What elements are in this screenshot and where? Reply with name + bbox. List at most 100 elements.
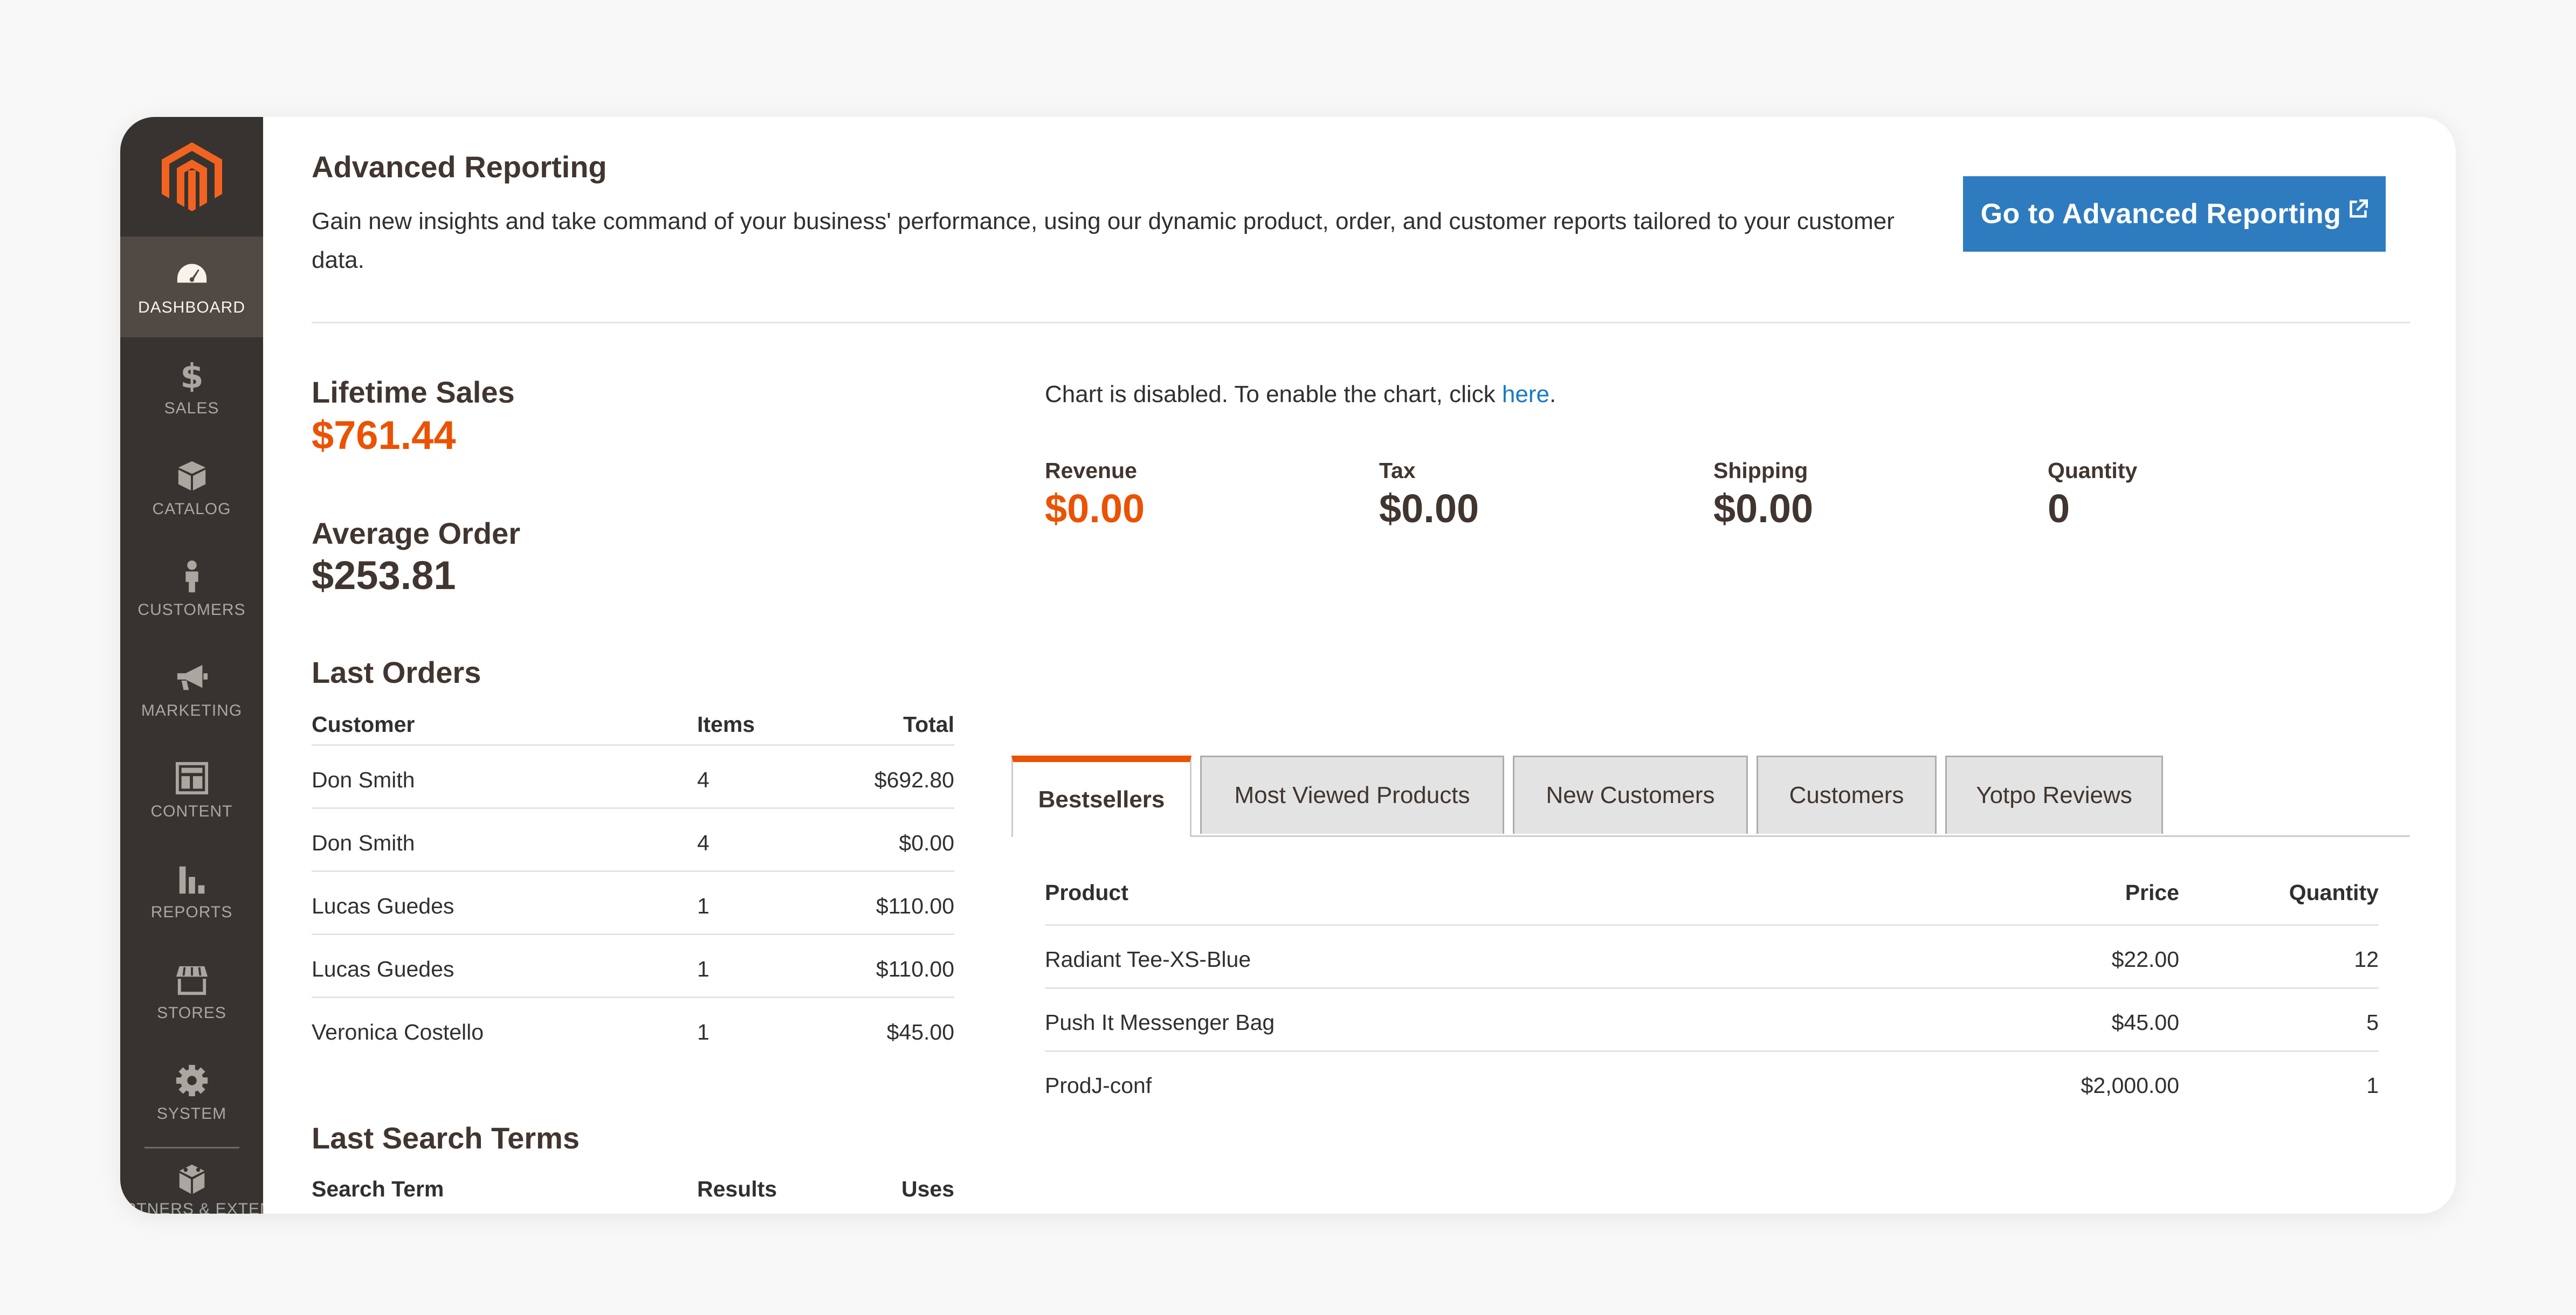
product-price: $45.00	[2111, 1009, 2179, 1035]
grid-header: Product Price Quantity	[1045, 880, 2379, 926]
column-header-product: Product	[1045, 880, 1128, 905]
grid-header: Customer Items Total	[312, 712, 954, 746]
nav-label: REPORTS	[150, 903, 233, 921]
total-value: $0.00	[1379, 486, 1479, 531]
table-row[interactable]: Radiant Tee-XS-Blue $22.00 12	[1045, 926, 2379, 989]
column-header-search-term: Search Term	[312, 1176, 444, 1201]
order-total: $692.80	[874, 767, 954, 792]
nav-stores[interactable]: STORES	[120, 942, 263, 1043]
nav-sales[interactable]: $ SALES	[120, 337, 263, 438]
dashboard-totals: Revenue $0.00 Tax $0.00 Shipping $0.00 Q…	[1045, 458, 2382, 531]
product-name: Push It Messenger Bag	[1045, 1009, 1275, 1035]
nav-customers[interactable]: CUSTOMERS	[120, 539, 263, 640]
table-row[interactable]: Lucas Guedes 1 $110.00	[312, 935, 954, 998]
nav-label: CONTENT	[150, 802, 233, 820]
gear-icon	[176, 1064, 208, 1096]
lifetime-sales-label: Lifetime Sales	[312, 375, 515, 409]
nav-label: STORES	[157, 1003, 226, 1022]
total-quantity: Quantity 0	[2048, 458, 2382, 531]
tab-most-viewed-products[interactable]: Most Viewed Products	[1200, 756, 1504, 834]
dashboard-content: Advanced Reporting Gain new insights and…	[312, 117, 2410, 1214]
tab-customers[interactable]: Customers	[1757, 756, 1937, 834]
person-icon	[185, 560, 198, 592]
svg-text:$: $	[180, 358, 203, 392]
nav-reports[interactable]: REPORTS	[120, 841, 263, 942]
order-items: 1	[697, 893, 710, 918]
table-row[interactable]: Don Smith 4 $692.80	[312, 746, 954, 809]
nav-label: SALES	[164, 399, 219, 417]
total-shipping: Shipping $0.00	[1713, 458, 2048, 531]
table-row[interactable]: Lucas Guedes 1 $110.00	[312, 872, 954, 935]
nav-content[interactable]: CONTENT	[120, 740, 263, 841]
order-items: 1	[697, 1019, 710, 1044]
dollar-icon: $	[180, 358, 203, 392]
lifetime-sales-value: $761.44	[312, 413, 456, 458]
column-header-customer: Customer	[312, 712, 415, 737]
order-customer: Veronica Costello	[312, 1019, 484, 1044]
magento-logo[interactable]	[120, 117, 263, 237]
box-icon	[178, 461, 205, 490]
average-order-label: Average Order	[312, 516, 520, 550]
nav-marketing[interactable]: MARKETING	[120, 640, 263, 740]
column-header-uses: Uses	[901, 1176, 954, 1201]
table-row[interactable]: Push It Messenger Bag $45.00 5	[1045, 989, 2379, 1052]
total-label: Shipping	[1713, 458, 1808, 483]
admin-window: DASHBOARD $ SALES CATALOG CUSTOMERS MARK…	[120, 117, 2456, 1214]
tab-new-customers[interactable]: New Customers	[1513, 756, 1748, 834]
table-row[interactable]: ProdJ-conf $2,000.00 1	[1045, 1052, 2379, 1113]
total-label: Revenue	[1045, 458, 1137, 483]
nav-system[interactable]: SYSTEM	[120, 1043, 263, 1144]
product-name: ProdJ-conf	[1045, 1072, 1152, 1098]
nav-label: DASHBOARD	[137, 298, 246, 316]
last-search-terms-title: Last Search Terms	[312, 1121, 580, 1155]
nav-label: FIND PARTNERS & EXTENSIONS	[120, 1200, 263, 1214]
total-label: Tax	[1379, 458, 1416, 483]
tab-bestsellers[interactable]: Bestsellers	[1011, 756, 1191, 837]
nav-catalog[interactable]: CATALOG	[120, 438, 263, 539]
chart-message-text: Chart is disabled. To enable the chart, …	[1045, 381, 1502, 407]
advanced-reporting-description: Gain new insights and take command of yo…	[312, 208, 1895, 273]
admin-sidebar: DASHBOARD $ SALES CATALOG CUSTOMERS MARK…	[120, 117, 263, 1214]
column-header-results: Results	[697, 1176, 777, 1201]
enable-chart-link[interactable]: here	[1502, 381, 1549, 407]
dashboard-tabs: Bestsellers Most Viewed Products New Cus…	[1011, 756, 2410, 837]
order-items: 1	[697, 956, 710, 981]
megaphone-icon	[177, 665, 208, 690]
last-search-terms-grid: Search Term Results Uses	[312, 1176, 954, 1209]
order-total: $0.00	[899, 830, 954, 855]
total-value: $0.00	[1713, 486, 1814, 531]
product-quantity: 5	[2366, 1009, 2379, 1035]
nav-label: MARKETING	[141, 701, 243, 719]
nav-label: SYSTEM	[156, 1104, 227, 1123]
column-header-total: Total	[903, 712, 954, 737]
dashboard-icon	[177, 264, 206, 282]
column-header-price: Price	[2125, 880, 2179, 905]
total-value: 0	[2048, 486, 2070, 531]
table-row[interactable]: Veronica Costello 1 $45.00	[312, 998, 954, 1060]
nav-dashboard[interactable]: DASHBOARD	[120, 237, 263, 337]
last-orders-grid: Customer Items Total Don Smith 4 $692.80…	[312, 712, 954, 1060]
product-price: $2,000.00	[2081, 1072, 2179, 1098]
order-customer: Lucas Guedes	[312, 893, 454, 918]
tab-yotpo-reviews[interactable]: Yotpo Reviews	[1945, 756, 2163, 834]
chart-disabled-message: Chart is disabled. To enable the chart, …	[1045, 381, 1556, 408]
nav-label: CUSTOMERS	[137, 600, 246, 619]
blocks-icon	[179, 1164, 204, 1194]
grid-header: Search Term Results Uses	[312, 1176, 954, 1209]
order-customer: Lucas Guedes	[312, 956, 454, 981]
column-header-quantity: Quantity	[2289, 880, 2379, 905]
total-value: $0.00	[1045, 486, 1145, 531]
last-orders-title: Last Orders	[312, 655, 481, 689]
external-link-icon	[2350, 199, 2368, 218]
table-row[interactable]: Don Smith 4 $0.00	[312, 809, 954, 872]
nav-label: CATALOG	[152, 500, 231, 518]
section-divider	[312, 322, 2410, 323]
order-total: $110.00	[876, 893, 954, 918]
go-to-advanced-reporting-button[interactable]: Go to Advanced Reporting	[1963, 176, 2386, 252]
button-label: Go to Advanced Reporting	[1980, 198, 2341, 230]
product-name: Radiant Tee-XS-Blue	[1045, 946, 1251, 972]
layout-icon	[175, 762, 208, 794]
nav-find-partners[interactable]: FIND PARTNERS & EXTENSIONS	[120, 1154, 263, 1214]
order-items: 4	[697, 830, 710, 855]
chart-message-suffix: .	[1549, 381, 1556, 407]
